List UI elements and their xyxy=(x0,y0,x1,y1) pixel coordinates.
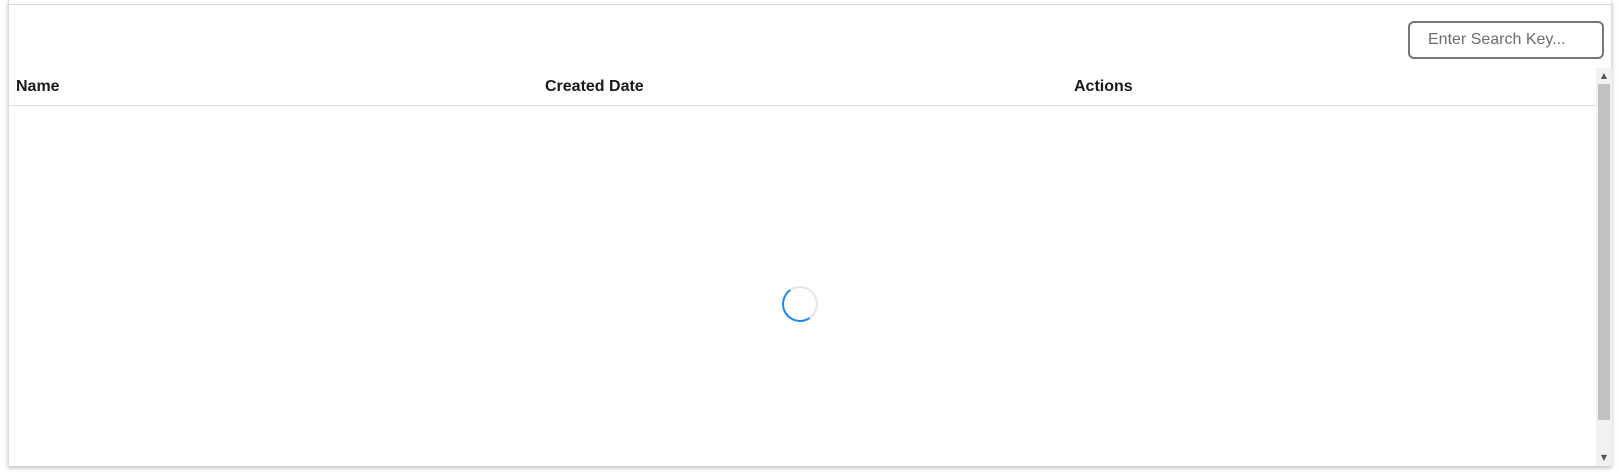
scroll-up-arrow-icon[interactable]: ▲ xyxy=(1596,68,1612,84)
loading-spinner-icon xyxy=(779,283,821,325)
table-header-row: Name Created Date Actions xyxy=(9,70,1596,106)
table-body xyxy=(9,106,1596,466)
column-header-actions: Actions xyxy=(1074,78,1133,95)
top-divider xyxy=(9,4,1611,5)
vertical-scrollbar[interactable]: ▲ ▼ xyxy=(1596,68,1612,466)
search-input[interactable] xyxy=(1408,21,1604,59)
column-header-name[interactable]: Name xyxy=(16,78,60,96)
column-header-created-date[interactable]: Created Date xyxy=(545,78,644,96)
list-panel: Name Created Date Actions ▲ ▼ xyxy=(8,0,1612,466)
scrollbar-thumb[interactable] xyxy=(1598,84,1610,420)
scroll-down-arrow-icon[interactable]: ▼ xyxy=(1596,450,1612,466)
